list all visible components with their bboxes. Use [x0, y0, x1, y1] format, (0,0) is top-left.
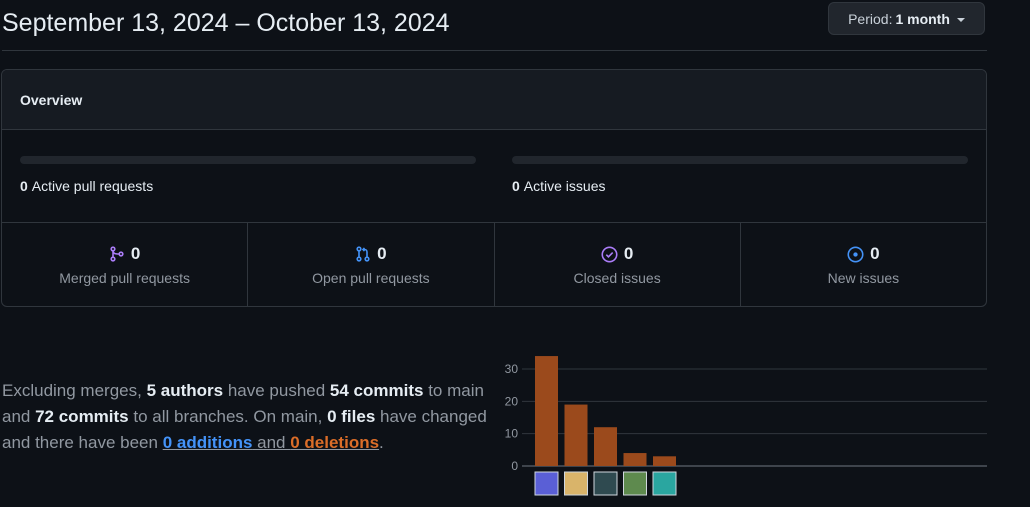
contributor-bar[interactable]: [564, 404, 588, 466]
header-divider: [2, 50, 987, 51]
period-label: Period:: [848, 10, 893, 27]
additions-count: 0 additions: [162, 433, 253, 452]
date-range-title: September 13, 2024 – October 13, 2024: [2, 9, 450, 37]
closed-issues-count: 0: [623, 244, 634, 263]
files-changed-count: 0 files: [327, 407, 376, 426]
closed-issues-stat[interactable]: 0 Closed issues: [495, 223, 741, 306]
merged-pull-requests-count: 0: [130, 244, 141, 263]
closed-issues-label: Closed issues: [573, 270, 661, 286]
active-issues-link[interactable]: 0 Active issues: [512, 178, 606, 194]
active-pull-requests-count: 0: [20, 178, 28, 194]
overview-panel: Overview 0 Active pull requests 0 Active i…: [1, 69, 987, 307]
y-tick-label: 30: [505, 362, 519, 376]
issue-opened-icon: [847, 245, 864, 263]
git-merge-icon: [109, 246, 125, 262]
caret-down-icon: [956, 17, 965, 22]
issues-progress-bar: [512, 156, 968, 164]
summary-text: to all branches. On main,: [128, 407, 328, 426]
commit-summary: Excluding merges, 5 authors have pushed …: [2, 378, 497, 456]
y-tick-label: 0: [511, 459, 518, 473]
overview-title: Overview: [2, 70, 986, 130]
merged-pull-requests-stat[interactable]: 0 Merged pull requests: [2, 223, 249, 306]
summary-text: have pushed: [223, 381, 330, 400]
period-value: 1 month: [895, 10, 950, 27]
open-pull-requests-stat[interactable]: 0 Open pull requests: [248, 223, 495, 306]
new-issues-count: 0: [870, 244, 880, 263]
contributor-bar[interactable]: [623, 453, 647, 466]
open-pull-requests-label: Open pull requests: [312, 270, 430, 286]
overview-stats: 0 Merged pull requests 0 Open pull reque…: [2, 223, 986, 306]
pull-requests-progress-bar: [20, 156, 476, 164]
new-issues-label: New issues: [827, 270, 900, 286]
contributor-avatar[interactable]: [623, 471, 647, 496]
open-pull-requests-count: 0: [377, 244, 387, 263]
contributor-avatar[interactable]: [534, 471, 559, 496]
authors-count: 5 authors: [146, 381, 224, 400]
active-issues-label: Active issues: [523, 178, 606, 194]
git-pull-request-icon: [355, 246, 371, 262]
new-issues-stat[interactable]: 0 New issues: [741, 223, 986, 306]
contributor-avatar[interactable]: [652, 471, 677, 496]
y-tick-label: 20: [505, 394, 519, 408]
summary-text: .: [379, 433, 384, 452]
active-pull-requests-link[interactable]: 0 Active pull requests: [20, 178, 153, 194]
contributors-bar-chart: 0 10 20 30: [505, 356, 987, 496]
y-tick-label: 10: [505, 427, 519, 441]
summary-text: Excluding merges,: [2, 381, 147, 400]
contributor-avatar[interactable]: [593, 471, 618, 496]
commits-all-count: 72 commits: [35, 407, 129, 426]
contributor-avatar[interactable]: [564, 471, 588, 496]
active-pull-requests-label: Active pull requests: [31, 178, 154, 194]
overview-activity-bars: 0 Active pull requests 0 Active issues: [2, 130, 986, 223]
commits-main-count: 54 commits: [329, 381, 424, 400]
summary-text: and: [252, 433, 291, 452]
issue-closed-icon: [601, 245, 618, 263]
deletions-count: 0 deletions: [290, 433, 380, 452]
contributor-bar[interactable]: [653, 456, 676, 466]
merged-pull-requests-label: Merged pull requests: [59, 270, 190, 286]
period-dropdown-button[interactable]: Period: 1 month: [828, 2, 985, 35]
contributor-bar[interactable]: [535, 356, 558, 466]
active-issues-count: 0: [512, 178, 520, 194]
contributor-bar[interactable]: [594, 427, 617, 466]
additions-deletions-link[interactable]: 0 additions and 0 deletions: [163, 433, 379, 452]
